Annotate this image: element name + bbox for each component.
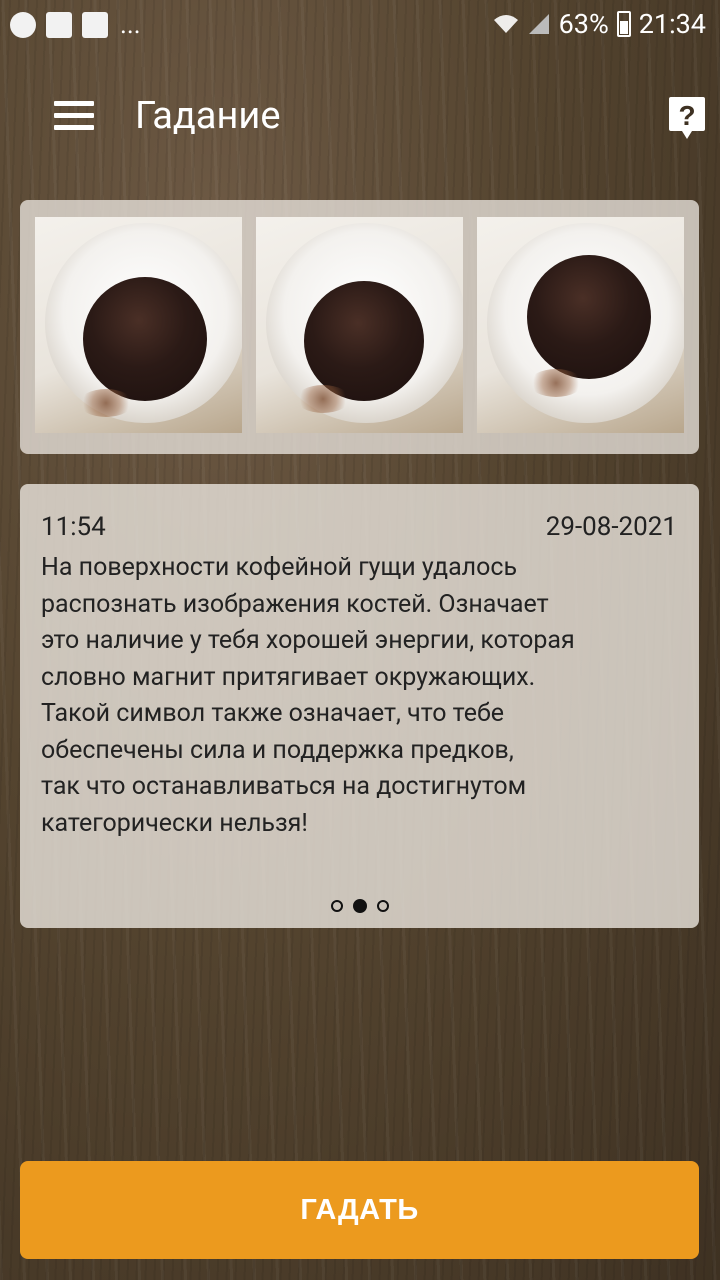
reading-card: 11:54 29-08-2021 На поверхности кофейной… [20, 484, 699, 928]
app-toolbar: Гадание ? [0, 52, 720, 180]
wifi-icon [493, 15, 518, 33]
page-dot-2[interactable] [352, 899, 367, 913]
system-icons: 63% 21:34 [493, 8, 706, 40]
hamburger-menu-icon[interactable] [54, 101, 94, 131]
cup-photo-3[interactable] [477, 217, 684, 433]
battery-percent: 63% [558, 8, 609, 40]
page-indicator [20, 899, 699, 913]
image-icon [82, 12, 108, 38]
page-dot-1[interactable] [330, 900, 343, 912]
clock: 21:34 [638, 8, 706, 40]
reading-text: На поверхности кофейной гущи удалось рас… [41, 553, 575, 838]
signal-icon [528, 14, 549, 34]
whatsapp-icon [10, 12, 36, 38]
notification-overflow: ... [120, 10, 141, 40]
gmail-icon [46, 12, 72, 38]
help-question-icon[interactable]: ? [668, 95, 706, 141]
reading-date: 29-08-2021 [545, 512, 677, 542]
cup-photo-1[interactable] [35, 217, 242, 433]
cup-photo-gallery [20, 200, 699, 454]
status-bar: ... 63% 21:34 [0, 0, 720, 52]
page-title: Гадание [135, 94, 281, 138]
notification-icons: ... [10, 10, 141, 40]
svg-text:?: ? [678, 100, 695, 131]
page-dot-3[interactable] [376, 900, 389, 912]
reading-time: 11:54 [41, 512, 106, 542]
fortune-tell-button[interactable]: ГАДАТЬ [20, 1161, 699, 1259]
battery-icon [616, 11, 631, 37]
cup-photo-2[interactable] [256, 217, 463, 433]
